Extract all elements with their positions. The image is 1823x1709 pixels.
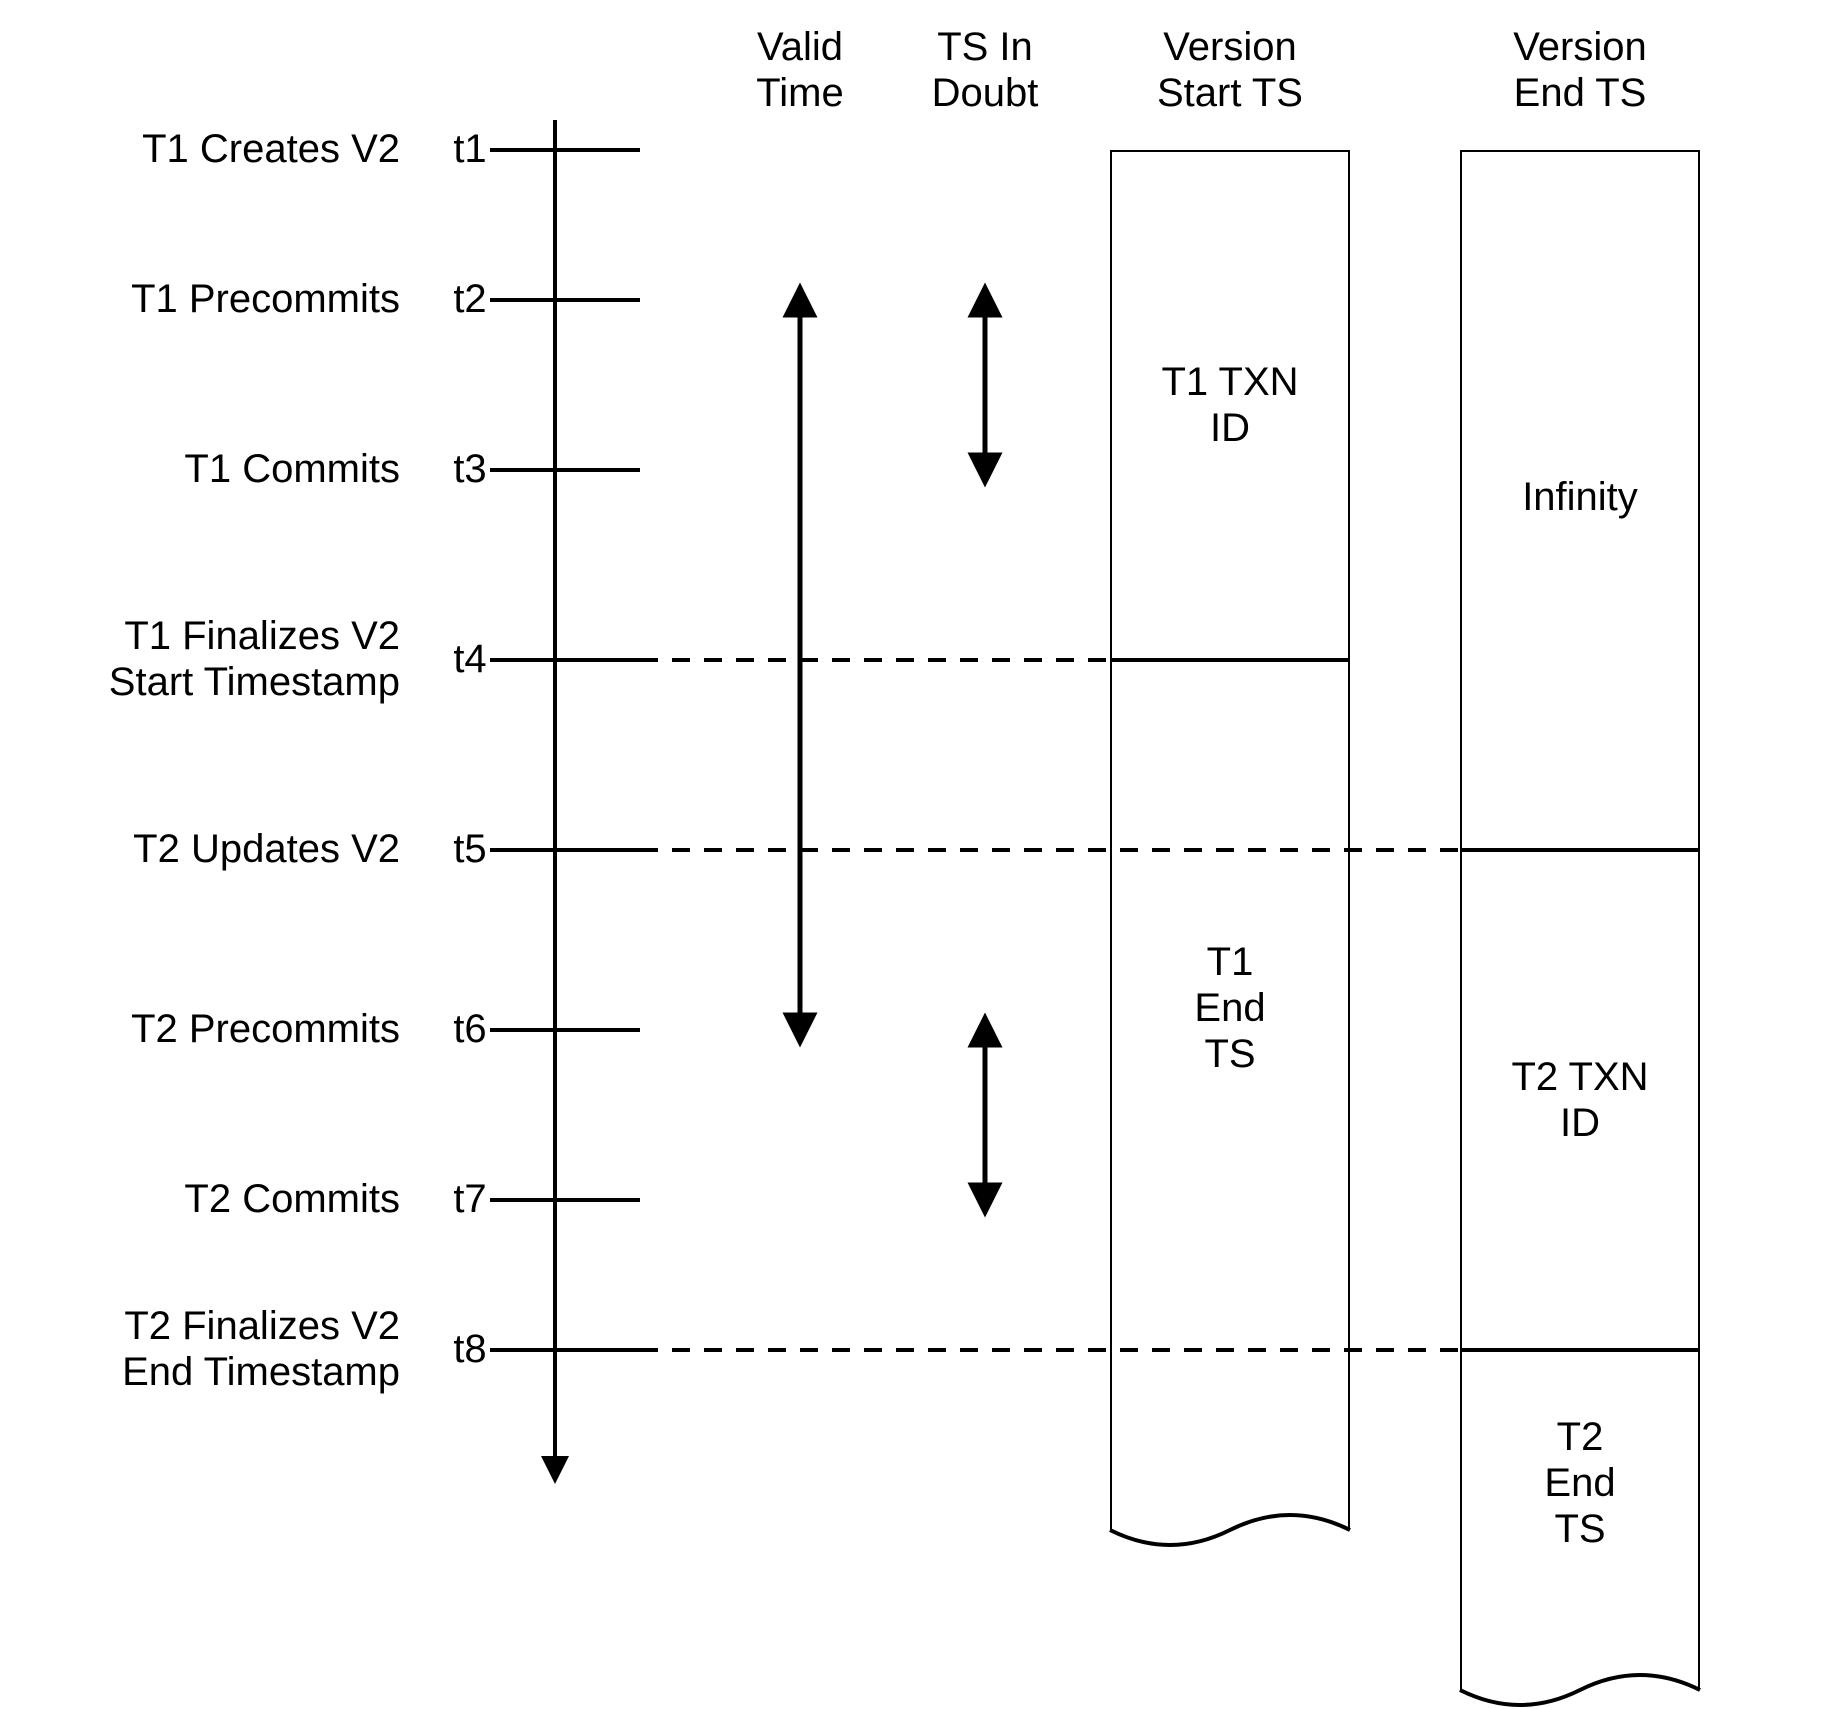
event-t3: T1 Commits: [184, 447, 400, 491]
event-t8: T2 Finalizes V2End Timestamp: [122, 1304, 400, 1394]
time-label-t1: t1: [453, 127, 486, 171]
time-label-t7: t7: [453, 1177, 486, 1221]
header-valid-time: ValidTime: [756, 25, 843, 115]
time-label-t4: t4: [453, 637, 486, 681]
header-ts-in-doubt: TS InDoubt: [932, 25, 1039, 115]
event-t6: T2 Precommits: [131, 1007, 400, 1051]
version-timestamp-diagram: ValidTime TS InDoubt VersionStart TS Versio…: [0, 0, 1823, 1709]
end-col-seg2: T2 TXNID: [1511, 1055, 1648, 1145]
time-label-t2: t2: [453, 277, 486, 321]
event-t7: T2 Commits: [184, 1177, 400, 1221]
event-t5: T2 Updates V2: [133, 827, 400, 871]
time-label-t3: t3: [453, 447, 486, 491]
start-col-seg2: T1EndTS: [1194, 940, 1265, 1076]
time-label-t8: t8: [453, 1327, 486, 1371]
time-label-t6: t6: [453, 1007, 486, 1051]
end-col-seg3: T2EndTS: [1544, 1415, 1615, 1551]
header-version-start-ts: VersionStart TS: [1157, 25, 1303, 115]
event-t4: T1 Finalizes V2Start Timestamp: [109, 614, 400, 704]
event-t1: T1 Creates V2: [142, 127, 400, 171]
header-version-end-ts: VersionEnd TS: [1513, 25, 1646, 115]
start-col-seg1: T1 TXNID: [1161, 360, 1298, 450]
end-col-seg1: Infinity: [1522, 475, 1638, 519]
event-t2: T1 Precommits: [131, 277, 400, 321]
time-label-t5: t5: [453, 827, 486, 871]
